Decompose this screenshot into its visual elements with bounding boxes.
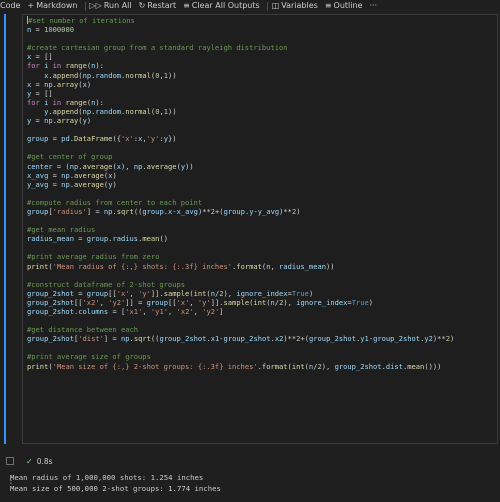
outline-label: Outline: [333, 1, 363, 10]
code-line: group_2shot = group[['x', 'y']].sample(i…: [27, 288, 314, 298]
code-line: group_2shot[['x2', 'y2']] = group[['x', …: [27, 297, 374, 307]
code-line: x = []: [27, 52, 53, 62]
code-line: x_avg = np.average(x): [27, 170, 117, 180]
check-icon: ✓: [26, 456, 33, 466]
more-actions-button[interactable]: ···: [369, 0, 377, 12]
cell-output: Mean radius of 1,000,000 shots: 1.254 in…: [10, 473, 221, 494]
code-line: radius_mean = group.radius.mean(): [27, 234, 168, 244]
code-line: print('Mean radius of {:,} shots: {:.3f}…: [27, 261, 335, 271]
toolbar-divider: [84, 1, 86, 11]
outline-button[interactable]: ≡ Outline: [325, 0, 363, 12]
code-line: #compute radius from center to each poin…: [27, 197, 203, 207]
cell-execution-order-box: [6, 457, 14, 465]
code-line: #get mean radius: [27, 225, 96, 235]
restart-label: Restart: [147, 1, 177, 10]
run-all-label: Run All: [103, 1, 132, 10]
variables-icon: ◫: [271, 1, 280, 10]
toolbar-divider: [266, 1, 268, 11]
code-line: group = pd.DataFrame({'x':x,'y':y}): [27, 134, 177, 144]
code-label: Code: [0, 1, 21, 10]
restart-icon: ↻: [138, 1, 146, 10]
run-all-icon: ▷▷: [89, 1, 102, 10]
add-code-cell-button[interactable]: Code: [0, 0, 20, 12]
cell-focus-indicator: [4, 14, 6, 444]
outline-icon: ≡: [324, 1, 332, 10]
code-line: group_2shot.columns = ['x1', 'y1', 'x2',…: [27, 307, 224, 316]
code-line: #get distance between each: [27, 325, 139, 335]
code-line: #print average radius from zero: [27, 252, 160, 262]
code-line: #get center of group: [27, 152, 113, 162]
code-line: y = np.array(y): [27, 116, 92, 126]
code-line: print('Mean size of {:,} 2-shot groups: …: [27, 361, 442, 371]
code-line: for i in range(n):: [27, 97, 104, 107]
code-editor[interactable]: #set number of iterations n = 1000000 #cr…: [27, 16, 454, 371]
code-line: for i in range(n):: [27, 61, 104, 71]
code-line: #print average size of groups: [27, 352, 151, 362]
notebook-toolbar: Code + Markdown ▷▷ Run All ↻ Restart ≡ C…: [0, 0, 500, 12]
clear-all-outputs-button[interactable]: ≡ Clear All Outputs: [183, 0, 260, 12]
more-actions-label: ···: [369, 1, 378, 10]
output-line: Mean radius of 1,000,000 shots: 1.254 in…: [10, 473, 204, 482]
code-line: #set number of iterations: [27, 16, 135, 25]
add-markdown-cell-button[interactable]: + Markdown: [27, 0, 77, 12]
execution-time: 0.8s: [36, 456, 53, 466]
code-line: y = []: [27, 88, 53, 98]
run-all-button[interactable]: ▷▷ Run All: [90, 0, 132, 12]
code-line: n = 1000000: [27, 25, 74, 35]
clear-all-icon: ≡: [183, 1, 190, 10]
variables-label: Variables: [281, 1, 318, 10]
code-line: y.append(np.random.normal(0,1)): [44, 106, 177, 116]
code-line: x = np.array(x): [27, 79, 92, 89]
code-line: #construct dataframe of 2-shot groups: [27, 279, 186, 289]
variables-button[interactable]: ◫ Variables: [272, 0, 318, 12]
output-line: Mean size of 500,000 2-shot groups: 1.77…: [10, 483, 221, 493]
code-line: y_avg = np.average(y): [27, 179, 117, 189]
code-line: x.append(np.random.normal(0,1)): [44, 70, 177, 80]
restart-button[interactable]: ↻ Restart: [139, 0, 176, 12]
clear-all-label: Clear All Outputs: [191, 1, 260, 10]
markdown-label: Markdown: [36, 1, 78, 10]
code-line: group['radius'] = np.sqrt((group.x-x_avg…: [27, 206, 301, 216]
plus-icon: +: [27, 1, 35, 10]
code-line: center = (np.average(x), np.average(y)): [27, 161, 194, 171]
code-line: #create cartesian group from a standard …: [27, 43, 288, 53]
cell-execution-status: ✓ 0.8s: [6, 456, 53, 466]
code-line: group_2shot['dist'] = np.sqrt((group_2sh…: [27, 334, 455, 344]
